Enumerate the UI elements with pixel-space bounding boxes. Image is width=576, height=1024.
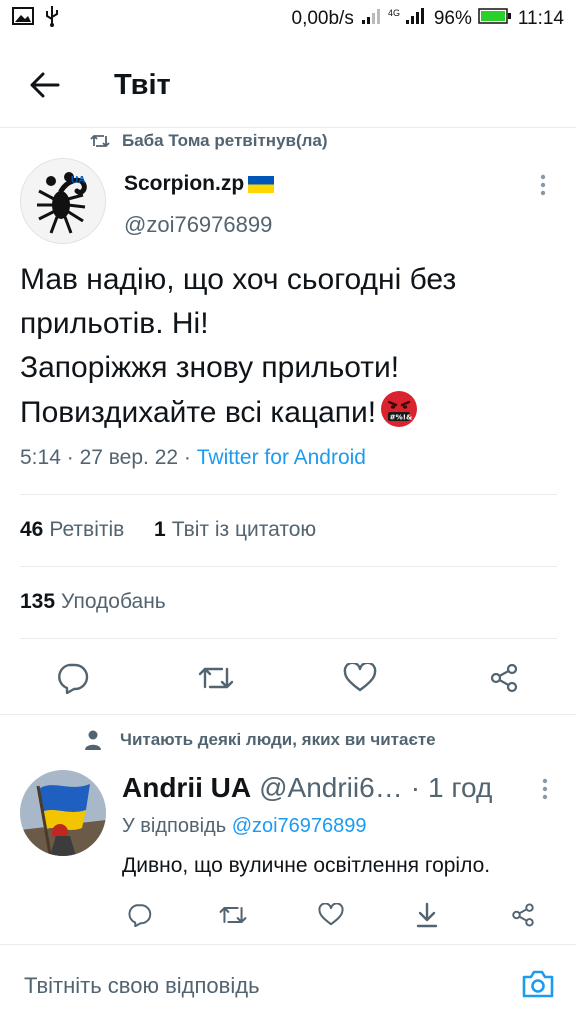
- retweet-button[interactable]: [196, 658, 236, 698]
- reply-header: Andrii UA @Andrii6… · 1 год: [122, 770, 532, 806]
- share-icon: [512, 903, 534, 927]
- more-vertical-icon: [542, 778, 548, 800]
- heart-icon: [318, 903, 344, 926]
- tweet-line: Запоріжжя знову прильоти!: [20, 351, 400, 384]
- author-avatar[interactable]: UA: [20, 158, 106, 244]
- download-icon: [416, 902, 438, 928]
- back-arrow-icon: [30, 72, 60, 98]
- reply-text: Дивно, що вуличне освітлення горіло.: [122, 854, 491, 877]
- more-vertical-icon: [540, 174, 546, 196]
- back-button[interactable]: [20, 60, 70, 110]
- tweet-line: прильотів. Ні!: [20, 307, 209, 340]
- retweet-context[interactable]: Баба Тома ретвітнув(ла): [90, 128, 328, 154]
- reply-separator: ·: [410, 772, 421, 803]
- share-icon: [490, 663, 518, 693]
- like-button[interactable]: [340, 658, 380, 698]
- meta-separator: ·: [183, 446, 191, 469]
- retweets-stat[interactable]: 46 Ретвітів: [20, 518, 124, 541]
- divider: [20, 494, 557, 495]
- reply-icon: [128, 904, 152, 927]
- reply-author-name[interactable]: Andrii UA: [122, 772, 251, 804]
- emoji-symbols: #%!&: [390, 413, 413, 422]
- usb-icon: [44, 5, 60, 33]
- author-handle[interactable]: @zoi76976899: [124, 212, 272, 238]
- retweets-count: 46: [20, 518, 44, 541]
- 4g-signal-icon: 4G: [388, 6, 428, 32]
- tweet-line: Мав надію, що хоч сьогодні без: [20, 263, 457, 296]
- signal-icon: [360, 7, 382, 31]
- ukraine-flag-icon: [248, 175, 275, 193]
- quotes-stat[interactable]: 1 Твіт із цитатою: [154, 518, 316, 541]
- tweet-stats-retweets: 46 Ретвітів 1 Твіт із цитатою: [20, 518, 316, 542]
- reply-input[interactable]: [24, 968, 494, 1004]
- reply-actions: [0, 894, 576, 936]
- reply-retweet-button[interactable]: [216, 898, 250, 932]
- status-bar: 0,00b/s 4G 96% 11:14: [0, 0, 576, 38]
- divider: [0, 944, 576, 945]
- reply-share-button[interactable]: [506, 898, 540, 932]
- camera-button[interactable]: [518, 964, 558, 1004]
- quotes-count: 1: [154, 518, 166, 541]
- cursing-face-emoji-icon: #%!&: [381, 391, 418, 427]
- social-context-label: Читають деякі люди, яких ви читаєте: [120, 730, 436, 749]
- tweet-source-link[interactable]: Twitter for Android: [197, 446, 366, 469]
- divider: [0, 714, 576, 715]
- tweet-time: 5:14: [20, 446, 61, 469]
- reply-like-button[interactable]: [314, 898, 348, 932]
- divider: [20, 566, 557, 567]
- author-name-text: Scorpion.zp: [124, 172, 245, 195]
- battery-percent: 96%: [433, 8, 472, 29]
- reply-avatar-image: [20, 770, 106, 856]
- reply-time: 1 год: [428, 772, 493, 803]
- tweet-stats-likes[interactable]: 135 Уподобань: [20, 590, 166, 614]
- top-app-bar: Твіт: [0, 50, 576, 120]
- tweet-meta: 5:14 · 27 вер. 22 · Twitter for Android: [20, 446, 366, 470]
- reply-avatar[interactable]: [20, 770, 106, 856]
- retweet-icon: [219, 906, 247, 924]
- scorpion-logo: UA: [21, 159, 105, 243]
- tweet-date: 27 вер. 22: [79, 446, 179, 469]
- person-icon: [84, 730, 106, 750]
- battery-icon: [478, 7, 512, 31]
- avatar-badge: UA: [71, 175, 85, 186]
- heart-icon: [343, 663, 377, 692]
- tweet-actions: [0, 652, 576, 702]
- reply-download-button[interactable]: [410, 898, 444, 932]
- reply-more-button[interactable]: [532, 774, 558, 804]
- retweet-icon: [198, 667, 234, 689]
- replying-prefix: У відповідь: [122, 815, 227, 837]
- tweet-more-button[interactable]: [530, 170, 556, 200]
- reply-reply-button[interactable]: [122, 898, 156, 932]
- author-name[interactable]: Scorpion.zp: [124, 172, 275, 196]
- page-title: Твіт: [114, 68, 171, 101]
- svg-text:4G: 4G: [388, 8, 400, 18]
- tweet-text: Мав надію, що хоч сьогодні без прильотів…: [20, 258, 560, 435]
- social-context: Читають деякі люди, яких ви читаєте: [84, 730, 436, 750]
- reply-button[interactable]: [52, 658, 92, 698]
- net-speed: 0,00b/s: [291, 8, 354, 29]
- tweet-line: Повиздихайте всі кацапи!: [20, 396, 377, 429]
- tweet-line-last: Повиздихайте всі кацапи! #%!&: [20, 390, 560, 435]
- reply-icon: [58, 663, 89, 694]
- retweet-icon: [90, 133, 112, 149]
- clock: 11:14: [517, 8, 564, 29]
- camera-icon: [522, 970, 554, 998]
- quotes-label: Твіт із цитатою: [171, 518, 317, 541]
- replying-to: У відповідь @zoi76976899: [122, 815, 367, 838]
- likes-count: 135: [20, 590, 56, 613]
- retweets-label: Ретвітів: [49, 518, 125, 541]
- reply-author-handle[interactable]: @Andrii6…: [259, 772, 403, 804]
- replying-to-mention[interactable]: @zoi76976899: [232, 815, 367, 837]
- divider: [20, 638, 557, 639]
- reply-composer: [0, 952, 576, 1016]
- likes-label: Уподобань: [61, 590, 166, 613]
- image-icon: [12, 7, 34, 31]
- share-button[interactable]: [484, 658, 524, 698]
- retweet-context-label: Баба Тома ретвітнув(ла): [122, 131, 328, 150]
- meta-separator: ·: [66, 446, 74, 469]
